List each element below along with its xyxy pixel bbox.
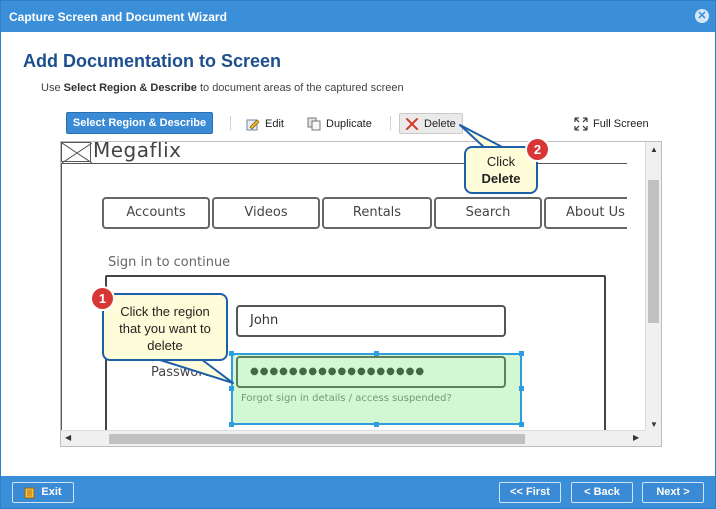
nav-tab-about[interactable]: About Us — [544, 197, 627, 229]
username-field[interactable]: John — [236, 305, 506, 337]
scroll-up-icon[interactable]: ▲ — [646, 145, 661, 154]
signin-text: Sign in to continue — [108, 255, 231, 270]
close-icon[interactable]: ✕ — [695, 9, 709, 23]
duplicate-label: Duplicate — [326, 117, 372, 130]
logo-image-placeholder — [61, 142, 93, 164]
scrollbar-corner — [645, 430, 661, 446]
back-button[interactable]: < Back — [571, 482, 633, 503]
edit-icon — [246, 118, 260, 130]
horizontal-scroll-thumb[interactable] — [109, 434, 525, 444]
first-button[interactable]: << First — [499, 482, 561, 503]
window-title: Capture Screen and Document Wizard — [9, 10, 227, 24]
left-border — [61, 163, 62, 432]
callout-2-bold: Delete — [481, 171, 521, 186]
callout-click-region: Click the region that you want to delete — [102, 293, 228, 361]
scroll-down-icon[interactable]: ▼ — [646, 420, 661, 429]
step-badge-2: 2 — [527, 139, 548, 160]
horizontal-scrollbar[interactable]: ◀ ▶ — [61, 430, 647, 446]
resize-handle[interactable] — [374, 422, 379, 427]
footer-bar: Exit << First < Back Next > — [1, 476, 715, 508]
vertical-scroll-thumb[interactable] — [648, 180, 659, 323]
duplicate-button[interactable]: Duplicate — [302, 113, 377, 134]
callout-2-text: Click — [486, 154, 516, 169]
nav-tab-videos[interactable]: Videos — [212, 197, 320, 229]
resize-handle[interactable] — [229, 422, 234, 427]
delete-label: Delete — [424, 117, 456, 130]
instruction-text: Use Select Region & Describe to document… — [41, 82, 404, 94]
scroll-right-icon[interactable]: ▶ — [633, 433, 639, 442]
full-screen-button[interactable]: Full Screen — [569, 113, 654, 134]
delete-button[interactable]: Delete — [399, 113, 463, 134]
instruction-suffix: to document areas of the captured screen — [196, 82, 404, 94]
nav-tab-rentals[interactable]: Rentals — [322, 197, 432, 229]
title-bar: Capture Screen and Document Wizard ✕ — [1, 1, 715, 32]
nav-tab-search[interactable]: Search — [434, 197, 542, 229]
next-button[interactable]: Next > — [642, 482, 704, 503]
exit-door-icon — [24, 487, 35, 498]
expand-icon — [574, 116, 588, 131]
delete-x-icon — [406, 117, 418, 130]
resize-handle[interactable] — [519, 351, 524, 356]
select-region-button[interactable]: Select Region & Describe — [66, 112, 213, 134]
toolbar-separator — [230, 116, 231, 130]
exit-button[interactable]: Exit — [12, 482, 74, 503]
edit-button[interactable]: Edit — [241, 113, 289, 134]
resize-handle[interactable] — [374, 351, 379, 356]
exit-label: Exit — [41, 486, 62, 498]
full-screen-label: Full Screen — [593, 117, 649, 130]
instruction-prefix: Use — [41, 82, 64, 94]
duplicate-icon — [307, 117, 321, 130]
step-badge-1: 1 — [92, 288, 113, 309]
header-divider — [61, 163, 627, 164]
vertical-scrollbar[interactable]: ▲ ▼ — [645, 142, 661, 432]
instruction-bold: Select Region & Describe — [63, 82, 197, 94]
edit-label: Edit — [265, 117, 284, 130]
captured-screen-canvas[interactable]: Megaflix Accounts Videos Rentals Search … — [61, 142, 627, 432]
resize-handle[interactable] — [519, 386, 524, 391]
logo-text: Megaflix — [93, 142, 182, 162]
image-placeholder-icon — [61, 142, 93, 164]
wizard-window: Capture Screen and Document Wizard ✕ Add… — [0, 0, 716, 509]
nav-tab-accounts[interactable]: Accounts — [102, 197, 210, 229]
toolbar-separator — [390, 116, 391, 130]
scroll-left-icon[interactable]: ◀ — [65, 433, 71, 442]
page-title: Add Documentation to Screen — [23, 51, 282, 71]
resize-handle[interactable] — [519, 422, 524, 427]
selected-region[interactable] — [229, 351, 524, 427]
